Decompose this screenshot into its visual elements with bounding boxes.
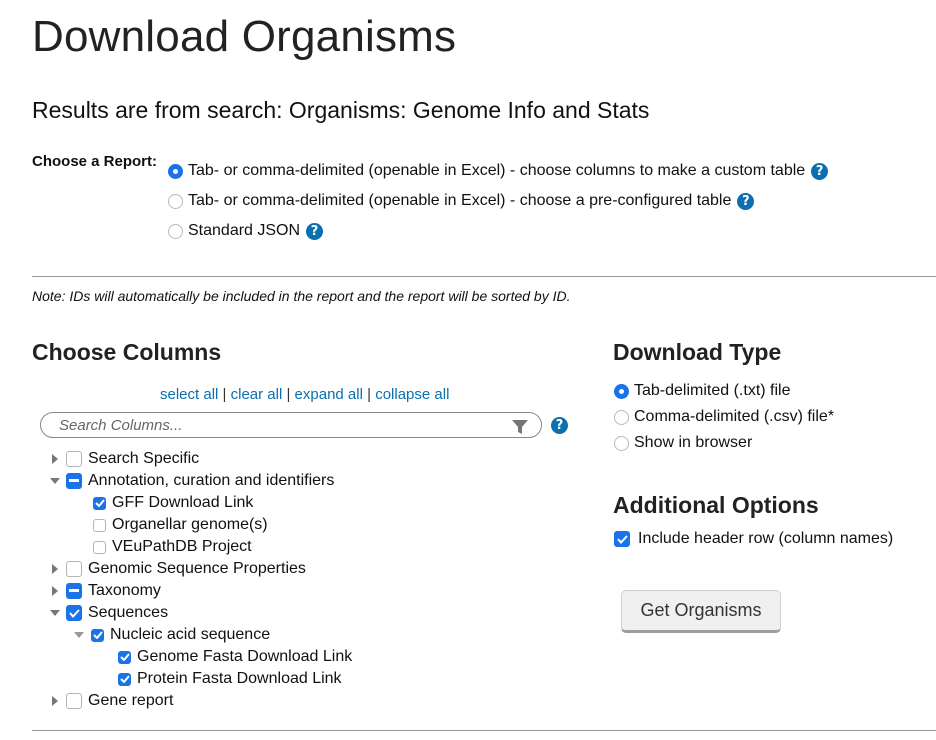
- tree-node-label: Nucleic acid sequence: [110, 626, 271, 643]
- filter-icon[interactable]: [511, 419, 529, 440]
- expand-all-link[interactable]: expand all: [295, 386, 363, 403]
- checkbox-unchecked[interactable]: [66, 693, 82, 709]
- tree-node-label: Protein Fasta Download Link: [137, 670, 342, 687]
- checkbox-unchecked[interactable]: [66, 561, 82, 577]
- caret-down-icon[interactable]: [72, 628, 86, 642]
- caret-right-icon[interactable]: [48, 452, 62, 466]
- tree-node-label: Genomic Sequence Properties: [88, 560, 306, 577]
- tree-node-nucleic-acid[interactable]: Nucleic acid sequence: [72, 626, 270, 644]
- tree-node-label: GFF Download Link: [112, 494, 254, 511]
- download-type-txt[interactable]: Tab-delimited (.txt) file: [614, 382, 791, 400]
- tree-node-annotation[interactable]: Annotation, curation and identifiers: [48, 472, 334, 490]
- ids-note: Note: IDs will automatically be included…: [32, 288, 571, 304]
- caret-right-icon[interactable]: [48, 562, 62, 576]
- get-organisms-button[interactable]: Get Organisms: [621, 590, 781, 633]
- caret-down-icon[interactable]: [48, 474, 62, 488]
- report-label: Choose a Report:: [32, 153, 158, 170]
- tree-leaf-organellar[interactable]: Organellar genome(s): [93, 516, 268, 534]
- radio-selected[interactable]: [168, 163, 183, 179]
- link-separator: |: [367, 386, 372, 403]
- checkbox-checked[interactable]: [118, 672, 131, 686]
- radio-unselected[interactable]: [614, 409, 629, 425]
- radio-selected[interactable]: [614, 383, 629, 399]
- tree-node-genomic-sequence[interactable]: Genomic Sequence Properties: [48, 560, 306, 578]
- help-icon[interactable]: ?: [811, 162, 829, 180]
- choose-columns-heading: Choose Columns: [32, 339, 222, 365]
- checkbox-indeterminate[interactable]: [66, 583, 82, 599]
- checkbox-indeterminate[interactable]: [66, 473, 82, 489]
- report-option-custom[interactable]: Tab- or comma-delimited (openable in Exc…: [168, 162, 829, 180]
- caret-right-icon[interactable]: [48, 584, 62, 598]
- tree-node-taxonomy[interactable]: Taxonomy: [48, 582, 161, 600]
- radio-unselected[interactable]: [168, 193, 183, 209]
- tree-node-label: VEuPathDB Project: [112, 538, 252, 555]
- clear-all-link[interactable]: clear all: [231, 386, 283, 403]
- tree-node-gene-report[interactable]: Gene report: [48, 692, 173, 710]
- page-title: Download Organisms: [32, 12, 457, 61]
- download-type-browser[interactable]: Show in browser: [614, 434, 752, 452]
- tree-node-label: Taxonomy: [88, 582, 161, 599]
- caret-right-icon[interactable]: [48, 694, 62, 708]
- tree-leaf-veupathdb[interactable]: VEuPathDB Project: [93, 538, 252, 556]
- radio-unselected[interactable]: [168, 223, 183, 239]
- tree-node-search-specific[interactable]: Search Specific: [48, 450, 199, 468]
- download-type-csv[interactable]: Comma-delimited (.csv) file*: [614, 408, 834, 426]
- download-type-label: Tab-delimited (.txt) file: [634, 382, 791, 399]
- help-icon[interactable]: ?: [737, 192, 755, 210]
- download-type-heading: Download Type: [613, 339, 782, 365]
- additional-options-heading: Additional Options: [613, 492, 819, 518]
- checkbox-unchecked[interactable]: [93, 540, 106, 554]
- report-option-preconfigured[interactable]: Tab- or comma-delimited (openable in Exc…: [168, 192, 755, 210]
- checkbox-unchecked[interactable]: [93, 518, 106, 532]
- tree-node-label: Sequences: [88, 604, 169, 621]
- column-links: select all | clear all | expand all | co…: [160, 386, 449, 403]
- checkbox-checked[interactable]: [614, 531, 630, 547]
- column-search-box[interactable]: [40, 412, 542, 438]
- tree-node-label: Gene report: [88, 692, 174, 709]
- download-type-label: Comma-delimited (.csv) file*: [634, 408, 835, 425]
- radio-unselected[interactable]: [614, 435, 629, 451]
- tree-node-label: Organellar genome(s): [112, 516, 268, 533]
- column-search-input[interactable]: [57, 415, 501, 435]
- help-icon[interactable]: ?: [306, 222, 324, 240]
- divider: [32, 276, 936, 277]
- checkbox-checked[interactable]: [91, 628, 104, 642]
- tree-leaf-genome-fasta[interactable]: Genome Fasta Download Link: [118, 648, 352, 666]
- report-option-json[interactable]: Standard JSON ?: [168, 222, 324, 240]
- tree-leaf-protein-fasta[interactable]: Protein Fasta Download Link: [118, 670, 342, 688]
- checkbox-unchecked[interactable]: [66, 451, 82, 467]
- include-header-option[interactable]: Include header row (column names): [614, 530, 893, 548]
- include-header-label: Include header row (column names): [638, 530, 894, 547]
- link-separator: |: [222, 386, 227, 403]
- report-option-label: Standard JSON: [188, 222, 301, 239]
- tree-node-label: Genome Fasta Download Link: [137, 648, 353, 665]
- collapse-all-link[interactable]: collapse all: [375, 386, 449, 403]
- link-separator: |: [286, 386, 291, 403]
- tree-node-sequences[interactable]: Sequences: [48, 604, 168, 622]
- caret-down-icon[interactable]: [48, 606, 62, 620]
- select-all-link[interactable]: select all: [160, 386, 218, 403]
- checkbox-checked[interactable]: [118, 650, 131, 664]
- divider: [32, 730, 936, 731]
- checkbox-checked[interactable]: [66, 605, 82, 621]
- tree-node-label: Search Specific: [88, 450, 200, 467]
- report-option-label: Tab- or comma-delimited (openable in Exc…: [188, 162, 806, 179]
- tree-node-label: Annotation, curation and identifiers: [88, 472, 335, 489]
- page-subtitle: Results are from search: Organisms: Geno…: [32, 97, 650, 123]
- checkbox-checked[interactable]: [93, 496, 106, 510]
- report-option-label: Tab- or comma-delimited (openable in Exc…: [188, 192, 732, 209]
- search-help-icon[interactable]: ?: [551, 417, 568, 434]
- tree-leaf-gff-link[interactable]: GFF Download Link: [93, 494, 253, 512]
- download-type-label: Show in browser: [634, 434, 753, 451]
